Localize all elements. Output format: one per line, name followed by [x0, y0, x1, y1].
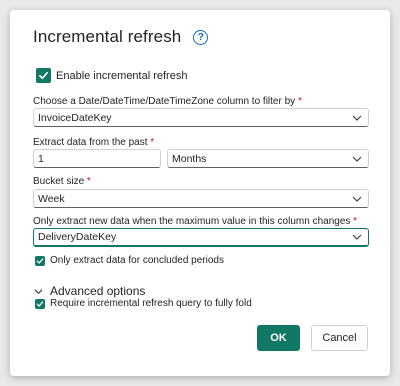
- change-column-select[interactable]: DeliveryDateKey: [33, 228, 369, 247]
- extract-past-label: Extract data from the past *: [33, 137, 154, 148]
- require-fold-row[interactable]: Require incremental refresh query to ful…: [35, 298, 252, 309]
- ok-button[interactable]: OK: [257, 325, 300, 351]
- chevron-down-icon: [352, 234, 362, 240]
- question-circle-icon[interactable]: ?: [193, 29, 209, 45]
- chevron-down-icon: [352, 196, 362, 202]
- required-mark: *: [353, 216, 358, 227]
- dialog-title: Incremental refresh: [33, 27, 182, 46]
- date-column-select[interactable]: InvoiceDateKey: [33, 108, 369, 127]
- extract-past-unit-select[interactable]: Months: [167, 149, 369, 168]
- enable-refresh-checkbox[interactable]: [36, 68, 51, 83]
- change-column-value: DeliveryDateKey: [38, 231, 117, 243]
- required-mark: *: [86, 176, 91, 187]
- advanced-options-toggle[interactable]: Advanced options: [34, 284, 145, 298]
- required-mark: *: [150, 137, 155, 148]
- date-column-label-text: Choose a Date/DateTime/DateTimeZone colu…: [33, 96, 296, 107]
- require-fold-checkbox[interactable]: [35, 298, 45, 309]
- chevron-down-icon: [352, 156, 362, 162]
- extract-past-label-text: Extract data from the past: [33, 137, 148, 148]
- checkmark-icon: [36, 300, 44, 307]
- cancel-button[interactable]: Cancel: [311, 325, 368, 351]
- chevron-down-icon: [34, 288, 43, 294]
- incremental-refresh-dialog: Incremental refresh ? Enable incremental…: [10, 10, 390, 376]
- bucket-size-value: Week: [38, 192, 65, 205]
- extract-past-amount-value: 1: [38, 152, 44, 165]
- bucket-size-label-text: Bucket size: [33, 176, 85, 187]
- advanced-options-label: Advanced options: [50, 284, 146, 298]
- extract-past-unit-value: Months: [172, 152, 207, 165]
- bucket-size-label: Bucket size *: [33, 176, 91, 187]
- concluded-periods-checkbox[interactable]: [35, 255, 45, 266]
- checkmark-icon: [39, 71, 48, 80]
- title-row: Incremental refresh ?: [33, 27, 209, 47]
- concluded-periods-row[interactable]: Only extract data for concluded periods: [35, 255, 224, 266]
- checkmark-icon: [36, 257, 44, 264]
- change-column-label-text: Only extract new data when the maximum v…: [33, 216, 351, 227]
- bucket-size-select[interactable]: Week: [33, 189, 369, 208]
- required-mark: *: [297, 96, 302, 107]
- enable-refresh-label: Enable incremental refresh: [56, 69, 188, 82]
- date-column-label: Choose a Date/DateTime/DateTimeZone colu…: [33, 96, 302, 107]
- concluded-periods-label: Only extract data for concluded periods: [50, 255, 224, 266]
- chevron-down-icon: [352, 115, 362, 121]
- enable-refresh-row[interactable]: Enable incremental refresh: [36, 68, 187, 83]
- require-fold-label: Require incremental refresh query to ful…: [50, 298, 252, 309]
- date-column-value: InvoiceDateKey: [38, 111, 112, 124]
- extract-past-amount-input[interactable]: 1: [33, 149, 161, 168]
- change-column-label: Only extract new data when the maximum v…: [33, 216, 357, 227]
